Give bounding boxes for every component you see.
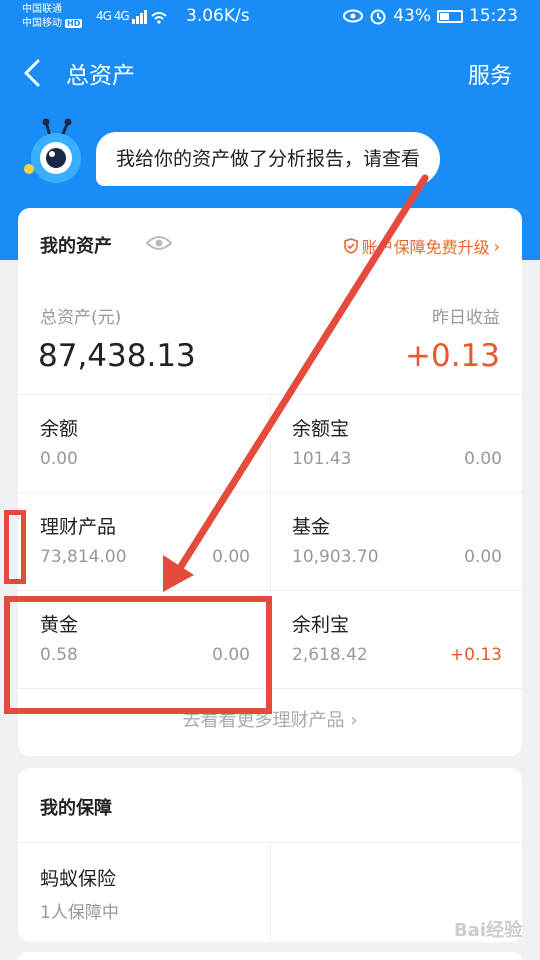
service-button[interactable]: 服务: [468, 58, 512, 90]
protection-title: 我的保障: [40, 798, 112, 819]
asset-item-funds[interactable]: 基金 10,903.70 0.00: [270, 492, 522, 590]
asset-item-amount: 73,814.00: [40, 547, 127, 567]
carrier-2: 中国移动: [22, 18, 62, 29]
divider-vertical: [270, 842, 271, 942]
alarm-icon: [370, 9, 386, 25]
asset-item-title: 余额宝: [292, 418, 350, 440]
analysis-bubble[interactable]: 我给你的资产做了分析报告，请查看: [96, 132, 441, 186]
chevron-right-icon: ›: [493, 236, 500, 256]
asset-item-amount: 0.00: [40, 449, 78, 469]
chevron-right-icon: ›: [350, 710, 358, 731]
asset-item-title: 余利宝: [292, 614, 350, 636]
asset-item-earn: 0.00: [464, 449, 502, 469]
annotation-box-small: [4, 510, 26, 584]
status-bar: 中国联通 中国移动 HD 4G 4G 3.06K/s 43% 15:23: [0, 0, 540, 36]
asset-item-wealth-products[interactable]: 理财产品 73,814.00 0.00: [18, 492, 270, 590]
eye-icon[interactable]: [146, 234, 172, 252]
asset-item-amount: 101.43: [292, 449, 352, 469]
asset-item-earn: 0.00: [212, 547, 250, 567]
annotation-box-gold: [4, 596, 272, 714]
battery-percent: 43%: [393, 6, 431, 26]
wifi-icon: [131, 9, 167, 24]
asset-item-amount: 2,618.42: [292, 645, 368, 665]
carrier-1: 中国联通: [22, 4, 62, 15]
upgrade-label: 账户保障免费升级: [361, 238, 490, 257]
back-arrow-icon[interactable]: [20, 58, 46, 88]
battery-icon: [437, 9, 463, 23]
eye-comfort-icon: [343, 9, 364, 23]
protection-card: 我的保障 蚂蚁保险 1人保障中: [18, 768, 522, 942]
asset-item-balance[interactable]: 余额 0.00: [18, 394, 270, 492]
clock: 15:23: [469, 6, 518, 26]
next-card: [18, 952, 522, 960]
yesterday-earnings-label: 昨日收益: [432, 308, 500, 328]
upgrade-link[interactable]: 账户保障免费升级 ›: [343, 234, 500, 258]
status-right: 43% 15:23: [343, 6, 518, 26]
signal-icon: 4G 4G: [96, 9, 168, 24]
asset-item-yuebao[interactable]: 余额宝 101.43 0.00: [270, 394, 522, 492]
net-speed: 3.06K/s: [186, 6, 250, 26]
signal-text: 4G 4G: [96, 9, 130, 23]
assets-title: 我的资产: [40, 236, 112, 257]
watermark-logo: Bai经验: [453, 920, 522, 941]
asset-item-earn: +0.13: [449, 645, 502, 665]
hd-badge: HD: [65, 19, 83, 28]
asset-item-title: 基金: [292, 516, 331, 538]
ant-mascot-icon: [24, 118, 81, 183]
total-assets-label: 总资产(元): [40, 308, 122, 328]
battery-fill: [440, 12, 449, 20]
total-assets-value: 87,438.13: [38, 338, 196, 374]
carrier-info: 中国联通 中国移动 HD: [22, 3, 83, 31]
insurance-item-title[interactable]: 蚂蚁保险: [40, 864, 116, 891]
asset-item-title: 理财产品: [40, 516, 117, 538]
asset-item-earn: 0.00: [464, 547, 502, 567]
asset-item-title: 余额: [40, 418, 79, 440]
asset-item-yulibao[interactable]: 余利宝 2,618.42 +0.13: [270, 590, 522, 688]
page-title: 总资产: [66, 63, 135, 89]
shield-icon: [343, 238, 358, 254]
yesterday-earnings-value: +0.13: [405, 338, 500, 374]
asset-item-amount: 10,903.70: [292, 547, 379, 567]
insurance-item-sub: 1人保障中: [40, 903, 119, 923]
